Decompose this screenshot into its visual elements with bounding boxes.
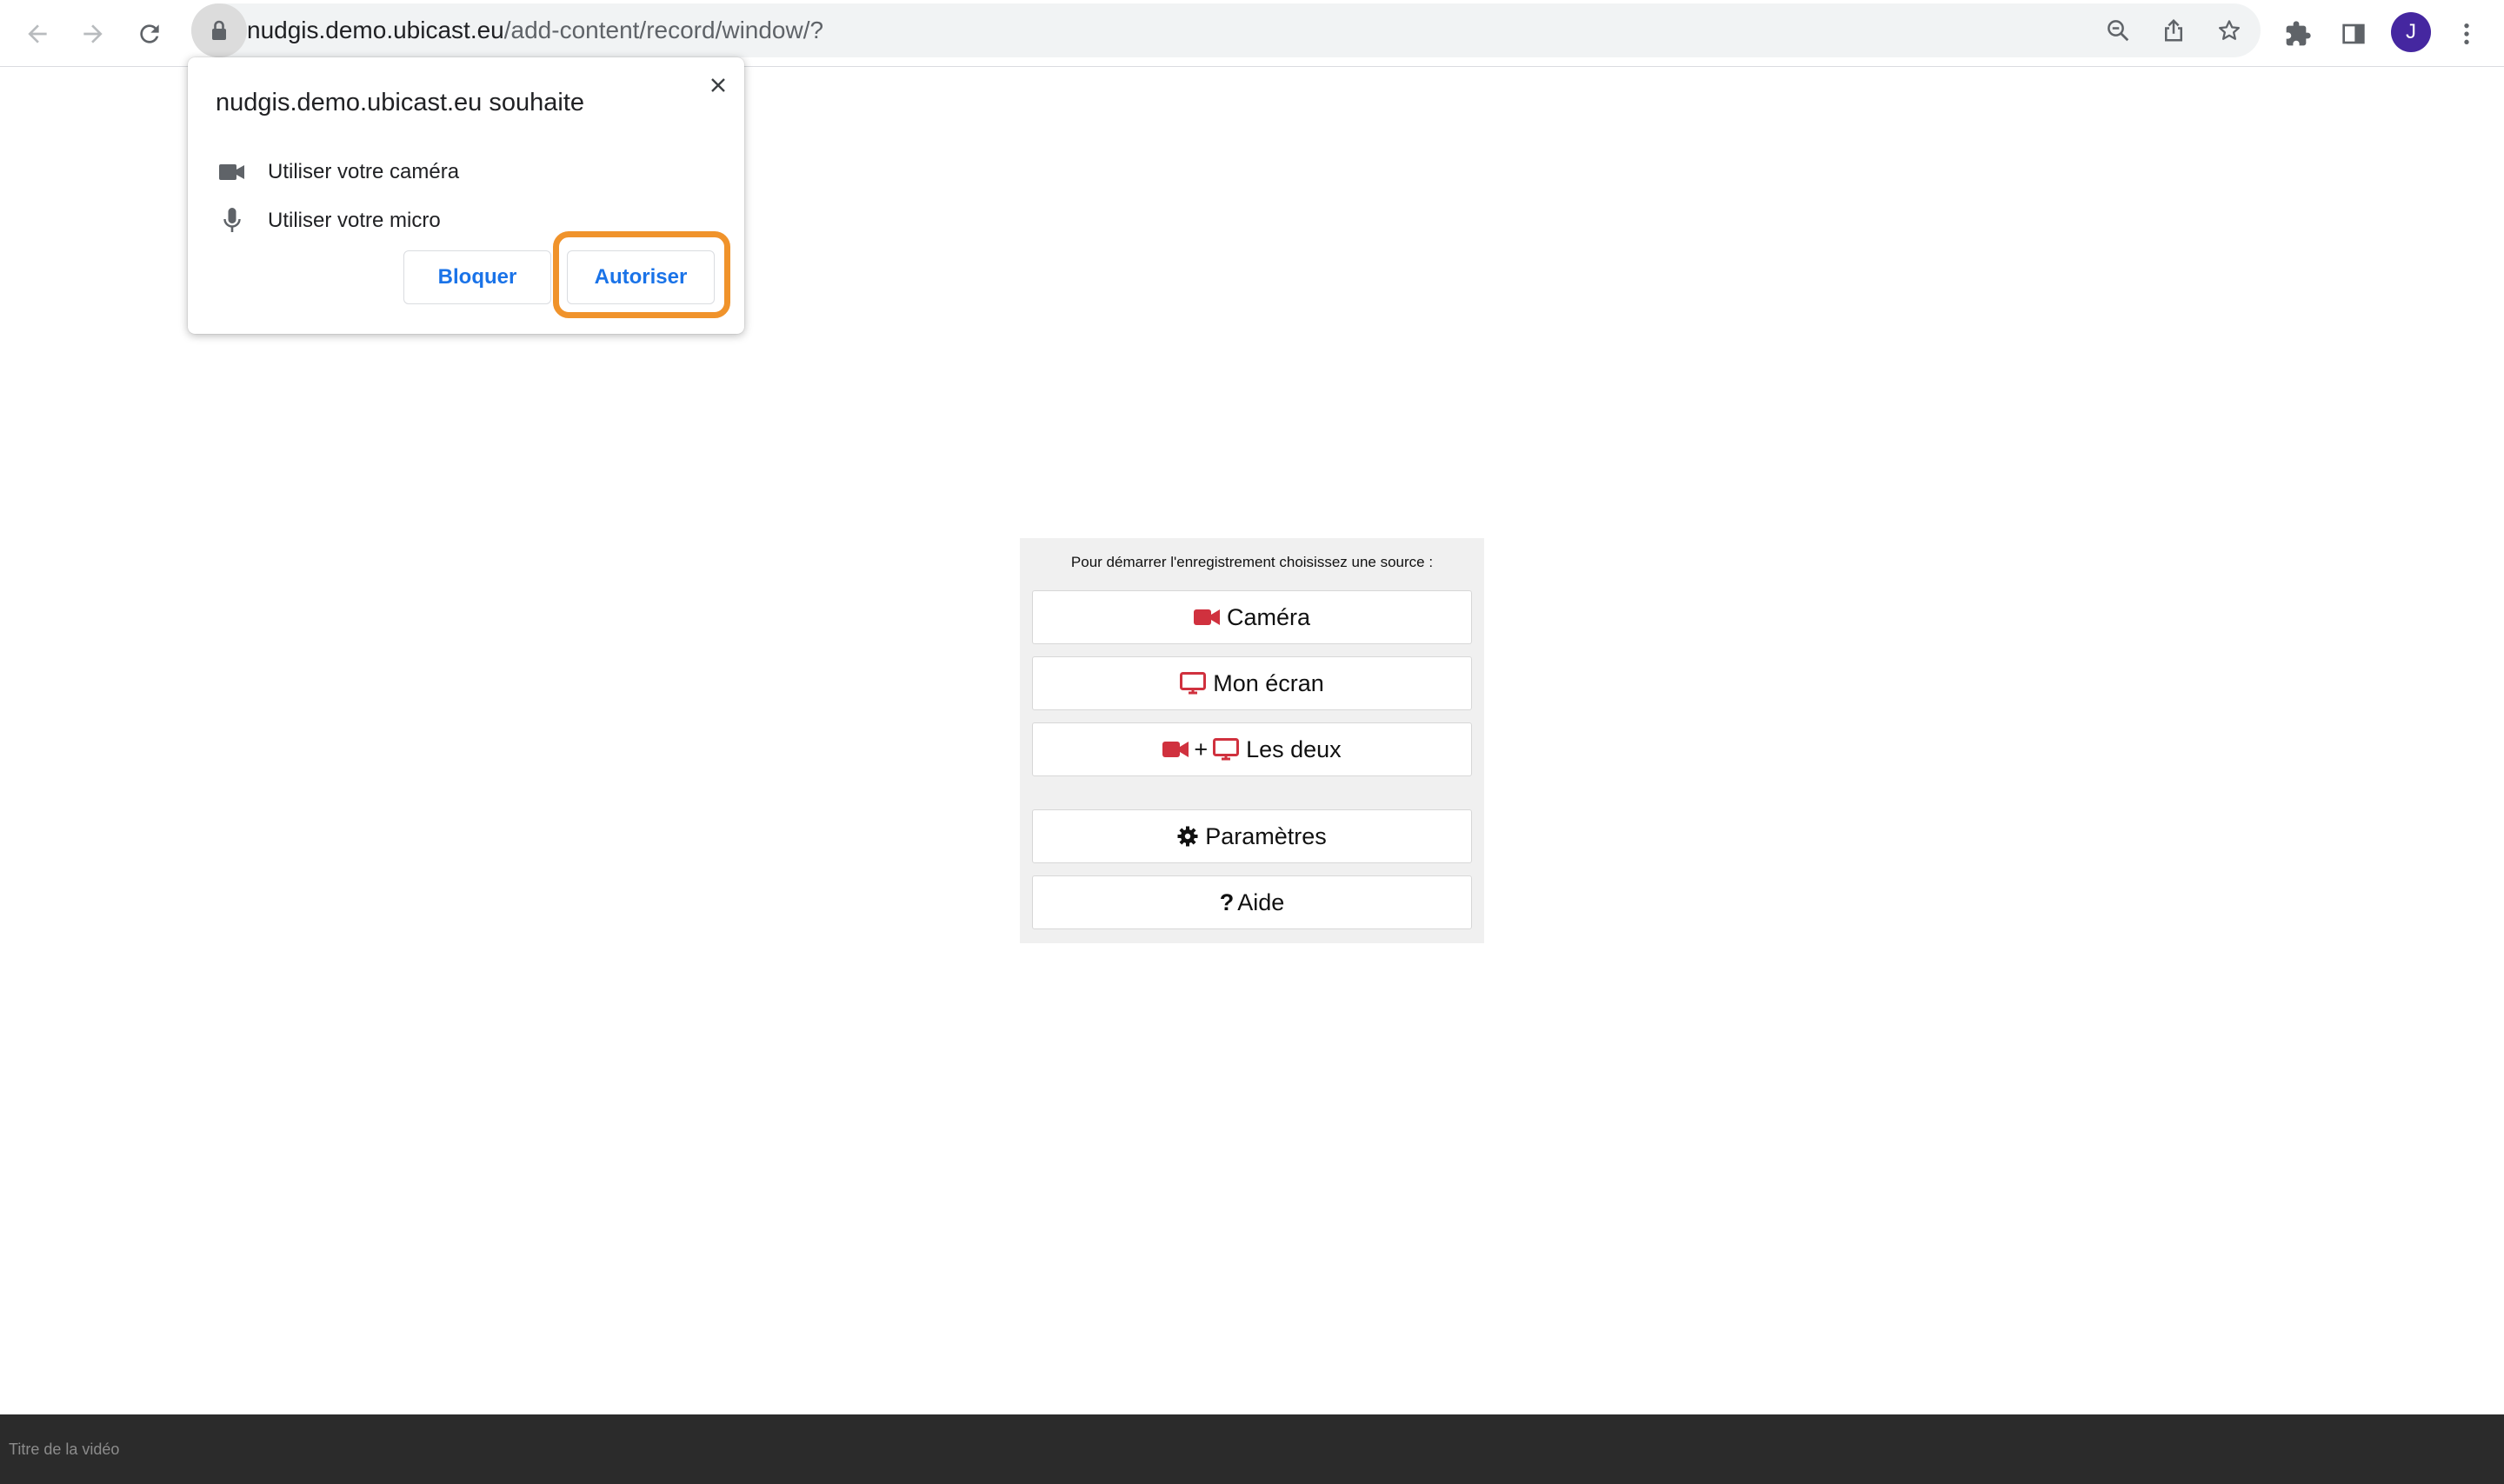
camera-icon: [216, 156, 249, 189]
screen-source-button[interactable]: Mon écran: [1032, 656, 1472, 710]
address-bar[interactable]: nudgis.demo.ubicast.eu/add-content/recor…: [191, 3, 2261, 57]
close-button[interactable]: [703, 70, 734, 101]
side-panel-icon: [2342, 23, 2365, 44]
side-panel-button[interactable]: [2330, 10, 2377, 57]
url-path: /add-content/record/window/?: [503, 17, 824, 43]
zoom-button[interactable]: [2099, 11, 2137, 50]
screen-source-label: Mon écran: [1213, 669, 1324, 696]
share-icon: [2165, 18, 2182, 42]
gear-icon: [1177, 826, 1198, 847]
video-title-bar: [0, 1414, 2504, 1484]
permission-title: nudgis.demo.ubicast.eu souhaite: [216, 89, 585, 116]
both-sources-label: Les deux: [1246, 735, 1342, 762]
camera-icon: [1162, 742, 1189, 757]
forward-icon: [83, 24, 103, 43]
source-prompt: Pour démarrer l'enregistrement choisisse…: [1070, 554, 1434, 570]
permission-item-label: Utiliser votre micro: [268, 209, 441, 232]
block-button[interactable]: Bloquer: [403, 250, 551, 304]
more-menu-icon: [2464, 23, 2469, 44]
camera-source-button[interactable]: Caméra: [1032, 590, 1472, 644]
star-icon: [2219, 20, 2240, 40]
video-title-input[interactable]: [9, 1434, 704, 1465]
plus-sign: +: [1194, 735, 1209, 762]
question-icon: ?: [1219, 888, 1235, 915]
back-icon: [28, 24, 47, 43]
microphone-icon: [216, 204, 249, 237]
settings-button[interactable]: Paramètres: [1032, 809, 1472, 863]
help-label: Aide: [1237, 888, 1285, 915]
url-host: nudgis.demo.ubicast.eu: [247, 17, 504, 43]
monitor-icon: [1213, 738, 1240, 761]
forward-button[interactable]: [70, 10, 117, 57]
monitor-icon: [1180, 672, 1207, 695]
extensions-button[interactable]: [2274, 10, 2321, 57]
back-button[interactable]: [14, 10, 61, 57]
more-menu-button[interactable]: [2443, 10, 2490, 57]
profile-avatar[interactable]: J: [2391, 12, 2431, 52]
zoom-out-icon: [2108, 20, 2129, 42]
share-button[interactable]: [2154, 11, 2193, 50]
site-info-button[interactable]: [191, 3, 247, 57]
permission-item-label: Utiliser votre caméra: [268, 160, 460, 183]
lock-icon: [212, 20, 226, 40]
url-text[interactable]: nudgis.demo.ubicast.eu/add-content/recor…: [247, 3, 823, 57]
permission-item-camera: Utiliser votre caméra: [216, 155, 703, 190]
help-button[interactable]: ? Aide: [1032, 875, 1472, 929]
reload-icon: [140, 24, 159, 43]
record-source-panel: Pour démarrer l'enregistrement choisisse…: [1020, 538, 1484, 943]
both-sources-button[interactable]: + Les deux: [1032, 722, 1472, 776]
close-icon: [711, 78, 725, 92]
camera-source-label: Caméra: [1226, 603, 1311, 630]
camera-icon: [1193, 609, 1220, 625]
allow-button-highlight: [553, 231, 730, 318]
settings-label: Paramètres: [1205, 822, 1327, 849]
extensions-icon: [2286, 21, 2311, 46]
reload-button[interactable]: [126, 10, 173, 57]
bookmark-button[interactable]: [2210, 11, 2248, 50]
